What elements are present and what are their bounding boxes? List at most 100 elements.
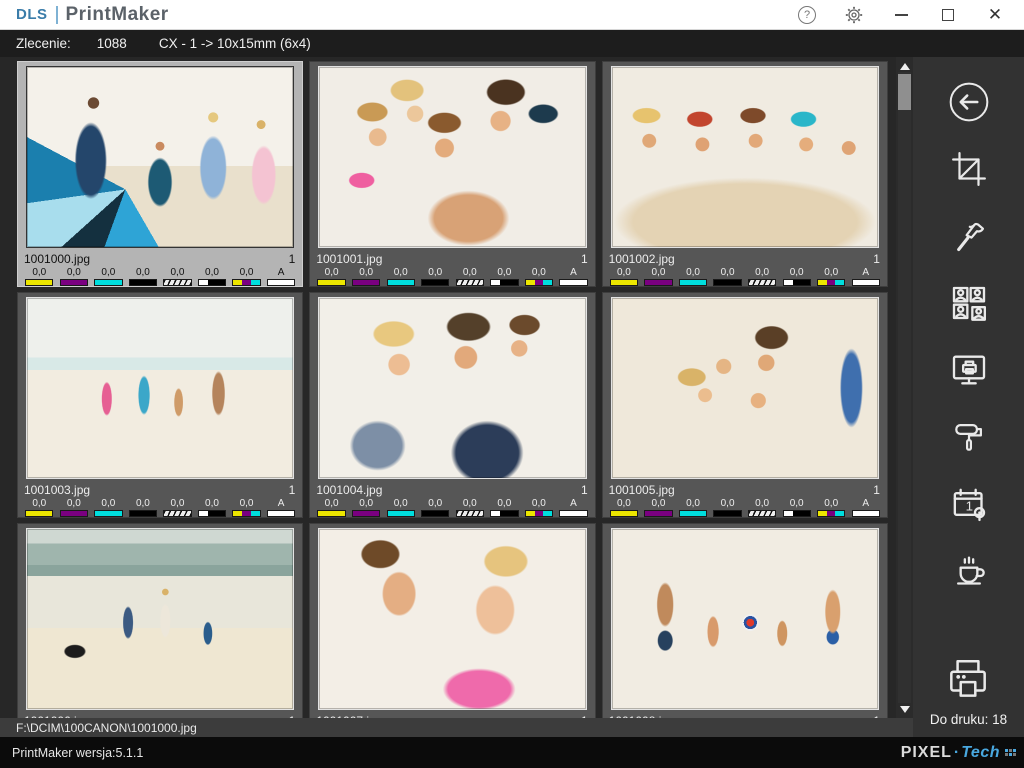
toolbar-sidebar: 1 bbox=[913, 57, 1024, 737]
monitor-printer-icon bbox=[949, 350, 989, 390]
photo-cell[interactable]: 1001003.jpg 1 0,00,00,00,00,00,00,0A bbox=[17, 292, 303, 518]
copy-count: 1 bbox=[581, 252, 588, 266]
channel-cyan: 0,0 bbox=[383, 498, 418, 517]
channel-value: A bbox=[570, 498, 577, 509]
channel-tricolor: 0,0 bbox=[229, 267, 264, 286]
photo-cell[interactable]: 1001006.jpg 1 0,00,00,00,00,00,00,0A bbox=[17, 523, 303, 718]
channel-swatch-cyan-icon bbox=[387, 510, 415, 517]
channel-swatch-white-icon bbox=[559, 510, 587, 517]
scrollbar-track[interactable] bbox=[898, 72, 911, 703]
channel-swatch-white-black-icon bbox=[490, 510, 518, 517]
channel-value: 0,0 bbox=[67, 498, 81, 509]
photo-cell[interactable]: 1001004.jpg 1 0,00,00,00,00,00,00,0A bbox=[309, 292, 595, 518]
channel-value: 0,0 bbox=[790, 267, 804, 278]
channel-white-black: 0,0 bbox=[779, 498, 814, 517]
channel-swatch-magenta-icon bbox=[352, 279, 380, 286]
channel-value: 0,0 bbox=[32, 498, 46, 509]
channel-value: 0,0 bbox=[721, 267, 735, 278]
channel-value: A bbox=[278, 498, 285, 509]
channel-black: 0,0 bbox=[710, 498, 745, 517]
id-photos-button[interactable] bbox=[946, 282, 992, 324]
channel-black: 0,0 bbox=[418, 498, 453, 517]
photo-meta: 1001005.jpg 1 bbox=[603, 481, 887, 497]
break-button[interactable] bbox=[946, 550, 992, 592]
channel-swatch-tricolor-icon bbox=[817, 279, 845, 286]
photo-filename: 1001004.jpg bbox=[316, 483, 382, 497]
channel-hatch: 0,0 bbox=[745, 498, 780, 517]
order-label: Zlecenie: bbox=[16, 36, 71, 51]
channel-strip: 0,00,00,00,00,00,00,0A bbox=[18, 266, 302, 289]
scrollbar-thumb[interactable] bbox=[898, 74, 911, 110]
channel-swatch-magenta-icon bbox=[644, 279, 672, 286]
photo-thumbnail[interactable] bbox=[318, 528, 586, 710]
help-button[interactable]: ? bbox=[796, 4, 818, 26]
maximize-button[interactable] bbox=[937, 4, 959, 26]
channel-value: 0,0 bbox=[428, 498, 442, 509]
vertical-scrollbar[interactable] bbox=[896, 57, 913, 718]
photo-thumbnail[interactable] bbox=[611, 297, 879, 479]
back-button[interactable] bbox=[946, 81, 992, 123]
channel-value: 0,0 bbox=[394, 498, 408, 509]
channel-magenta: 0,0 bbox=[641, 498, 676, 517]
channel-black: 0,0 bbox=[126, 267, 161, 286]
channel-value: 0,0 bbox=[428, 267, 442, 278]
channel-value: 0,0 bbox=[101, 267, 115, 278]
path-bar: F:\DCIM\100CANON\1001000.jpg bbox=[0, 718, 913, 737]
channel-swatch-yellow-icon bbox=[25, 510, 53, 517]
scroll-up-button[interactable] bbox=[898, 60, 911, 72]
copy-count: 1 bbox=[289, 252, 296, 266]
svg-text:1: 1 bbox=[965, 499, 972, 514]
photo-cell[interactable]: 1001002.jpg 1 0,00,00,00,00,00,00,0A bbox=[602, 61, 888, 287]
tools-button[interactable] bbox=[946, 215, 992, 257]
settings-button[interactable] bbox=[843, 4, 865, 26]
scroll-down-button[interactable] bbox=[898, 703, 911, 715]
channel-swatch-cyan-icon bbox=[94, 279, 122, 286]
photo-thumbnail[interactable] bbox=[26, 528, 294, 710]
crop-button[interactable] bbox=[946, 148, 992, 190]
minimize-button[interactable] bbox=[890, 4, 912, 26]
photo-filename: 1001002.jpg bbox=[609, 252, 675, 266]
photo-thumbnail[interactable] bbox=[611, 66, 879, 248]
photo-thumbnail[interactable] bbox=[611, 528, 879, 710]
channel-swatch-black-icon bbox=[129, 510, 157, 517]
photo-filename: 1001001.jpg bbox=[316, 252, 382, 266]
channel-white: A bbox=[556, 267, 591, 286]
scroll-down-icon bbox=[900, 706, 910, 713]
dls-logo: DLS bbox=[16, 6, 48, 23]
photo-thumbnail[interactable] bbox=[318, 66, 586, 248]
brand-pixel: PIXEL bbox=[901, 744, 952, 762]
retouch-button[interactable] bbox=[946, 416, 992, 458]
channel-value: 0,0 bbox=[325, 498, 339, 509]
channel-value: 0,0 bbox=[171, 498, 185, 509]
photo-thumbnail[interactable] bbox=[26, 66, 294, 248]
brand-dot: · bbox=[954, 744, 959, 762]
channel-value: 0,0 bbox=[359, 498, 373, 509]
schedule-button[interactable]: 1 bbox=[946, 483, 992, 525]
photo-cell[interactable]: 1001001.jpg 1 0,00,00,00,00,00,00,0A bbox=[309, 61, 595, 287]
channel-swatch-magenta-icon bbox=[644, 510, 672, 517]
photo-cell[interactable]: 1001008.jpg 1 0,00,00,00,00,00,00,0A bbox=[602, 523, 888, 718]
print-preview-button[interactable] bbox=[946, 349, 992, 391]
channel-strip: 0,00,00,00,00,00,00,0A bbox=[18, 497, 302, 520]
channel-value: 0,0 bbox=[136, 498, 150, 509]
close-button[interactable]: ✕ bbox=[984, 4, 1006, 26]
photo-filename: 1001005.jpg bbox=[609, 483, 675, 497]
photo-thumbnail[interactable] bbox=[318, 297, 586, 479]
channel-white-black: 0,0 bbox=[487, 267, 522, 286]
print-queue[interactable]: Do druku: 18 bbox=[930, 654, 1007, 727]
photo-cell[interactable]: 1001000.jpg 1 0,00,00,00,00,00,00,0A bbox=[17, 61, 303, 287]
photo-thumbnail[interactable] bbox=[26, 297, 294, 479]
photo-cell[interactable]: 1001005.jpg 1 0,00,00,00,00,00,00,0A bbox=[602, 292, 888, 518]
photo-cell[interactable]: 1001007.jpg 1 0,00,00,00,00,00,00,0A bbox=[309, 523, 595, 718]
channel-white-black: 0,0 bbox=[779, 267, 814, 286]
channel-swatch-white-icon bbox=[267, 279, 295, 286]
order-bar: Zlecenie: 1088 CX - 1 -> 10x15mm (6x4) bbox=[0, 30, 1024, 57]
minimize-icon bbox=[895, 14, 908, 16]
channel-swatch-black-icon bbox=[129, 279, 157, 286]
channel-tricolor: 0,0 bbox=[814, 267, 849, 286]
channel-swatch-hatch-icon bbox=[748, 279, 776, 286]
channel-white: A bbox=[848, 498, 883, 517]
channel-swatch-white-black-icon bbox=[198, 279, 226, 286]
channel-swatch-yellow-icon bbox=[610, 279, 638, 286]
channel-yellow: 0,0 bbox=[314, 498, 349, 517]
